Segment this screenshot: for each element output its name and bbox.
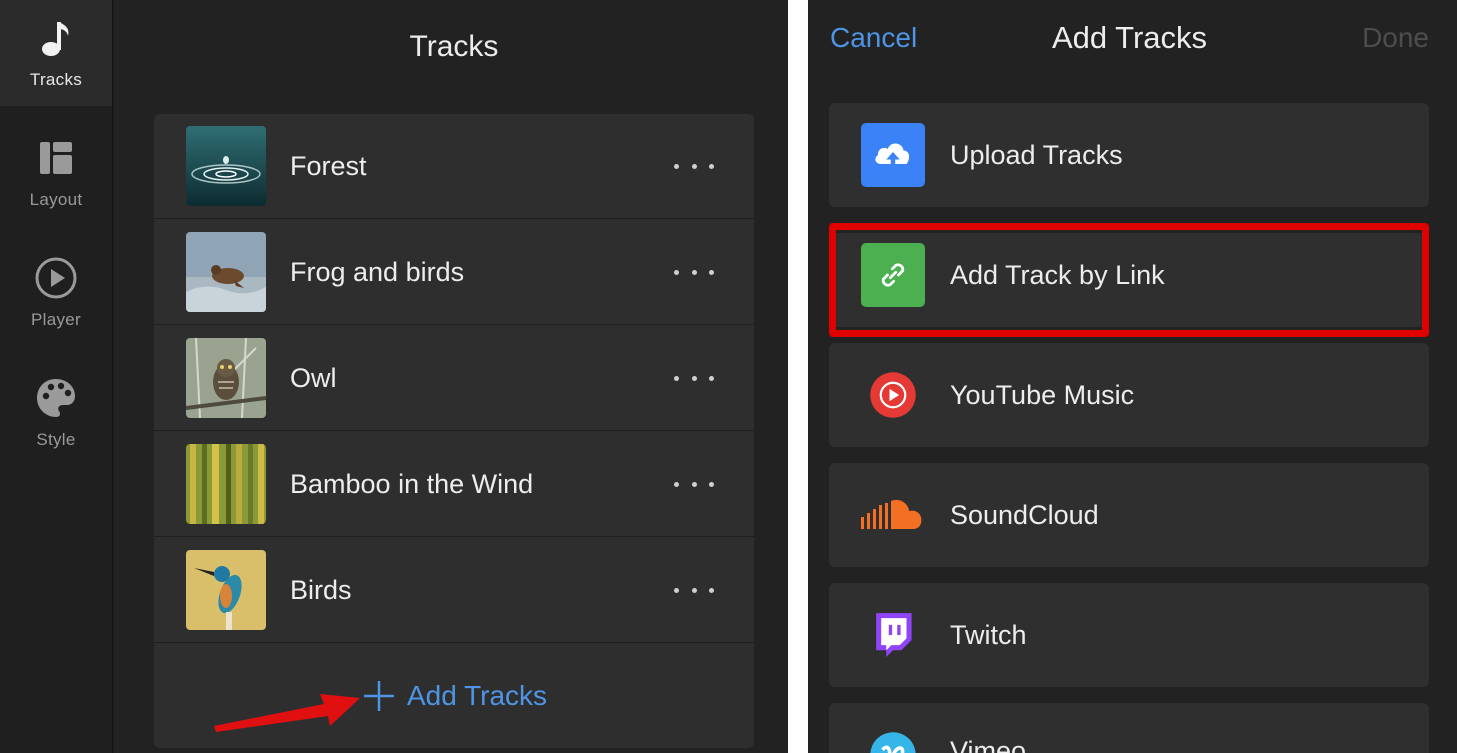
music-note-icon [42,22,69,56]
kingfisher-thumbnail [186,550,266,630]
track-row[interactable]: Forest [154,114,754,219]
option-label: Twitch [950,620,1027,650]
add-track-by-link-option[interactable]: Add Track by Link [829,233,1429,327]
sidebar-item-label: Style [36,430,76,449]
sidebar-item-label: Layout [29,190,83,209]
soundcloud-icon [861,483,925,547]
sidebar-item-label: Tracks [29,70,83,89]
option-label: Add Track by Link [950,260,1165,290]
frog-thumbnail [186,232,266,312]
youtube-music-option[interactable]: YouTube Music [829,343,1429,447]
add-tracks-label: Add Tracks [406,680,548,711]
panel-divider [788,0,808,753]
more-options-icon[interactable] [674,576,714,604]
more-options-icon[interactable] [674,470,714,498]
track-name: Owl [290,363,337,393]
sidebar: Tracks Layout Player Style [0,0,113,753]
annotation-arrow-icon [214,694,360,732]
track-name: Birds [290,575,352,605]
more-options-icon[interactable] [674,258,714,286]
done-button[interactable]: Done [1362,22,1429,54]
sidebar-item-label: Player [31,310,81,329]
link-icon [861,243,925,307]
vimeo-icon [861,723,925,753]
option-label: SoundCloud [950,500,1099,530]
track-row[interactable]: Frog and birds [154,220,754,325]
play-circle-icon [35,257,77,299]
water-drop-thumbnail [186,126,266,206]
twitch-icon [861,603,925,667]
track-row[interactable]: Bamboo in the Wind [154,432,754,537]
track-list: Forest Frog and birds Owl Bamboo in the … [154,114,754,748]
bamboo-thumbnail [186,444,266,524]
add-tracks-modal: Cancel Add Tracks Done Upload Tracks Add… [808,0,1457,753]
option-label: YouTube Music [950,380,1135,410]
sidebar-item-tracks[interactable]: Tracks [0,0,112,106]
modal-header: Cancel Add Tracks Done [808,0,1457,80]
track-name: Frog and birds [290,257,465,287]
page-title: Tracks [409,30,499,63]
vimeo-option[interactable]: Vimeo [829,703,1429,753]
sidebar-item-layout[interactable]: Layout [0,120,112,226]
tracks-panel: Tracks Forest Frog and birds Owl Bamboo … [114,0,788,753]
palette-icon [37,379,75,417]
option-label: Upload Tracks [950,140,1123,170]
track-name: Forest [290,151,367,181]
sidebar-item-style[interactable]: Style [0,360,112,466]
sidebar-item-player[interactable]: Player [0,240,112,346]
track-row[interactable]: Birds [154,538,754,643]
owl-thumbnail [186,338,266,418]
plus-icon [363,681,394,711]
soundcloud-option[interactable]: SoundCloud [829,463,1429,567]
youtube-music-icon [861,363,925,427]
option-label: Vimeo [950,736,1027,753]
track-name: Bamboo in the Wind [290,469,534,499]
more-options-icon[interactable] [674,364,714,392]
modal-title: Add Tracks [1051,20,1208,55]
track-row[interactable]: Owl [154,326,754,431]
layout-icon [40,142,72,174]
upload-tracks-option[interactable]: Upload Tracks [829,103,1429,207]
twitch-option[interactable]: Twitch [829,583,1429,687]
more-options-icon[interactable] [674,152,714,180]
cloud-upload-icon [861,123,925,187]
